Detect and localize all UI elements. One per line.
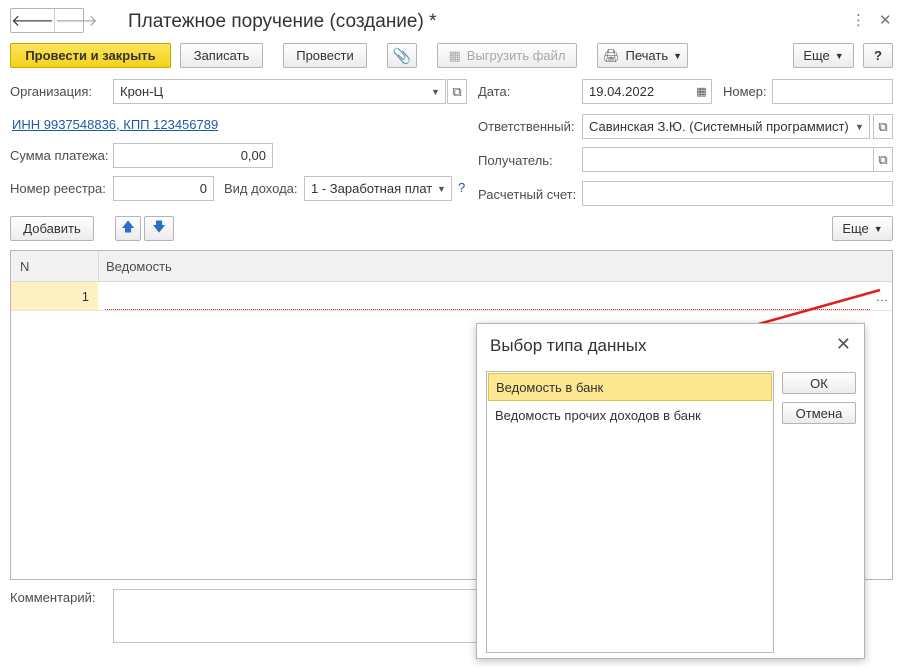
list-item[interactable]: Ведомость прочих доходов в банк (488, 401, 772, 429)
list-item[interactable]: Ведомость в банк (488, 373, 772, 401)
data-type-dialog: Выбор типа данных ✕ Ведомость в банк Вед… (476, 323, 865, 659)
ok-button[interactable]: ОК (782, 372, 856, 394)
data-type-list: Ведомость в банк Ведомость прочих доходо… (486, 371, 774, 653)
dialog-title: Выбор типа данных (490, 336, 647, 355)
cancel-button[interactable]: Отмена (782, 402, 856, 424)
close-icon[interactable]: ✕ (836, 334, 851, 355)
